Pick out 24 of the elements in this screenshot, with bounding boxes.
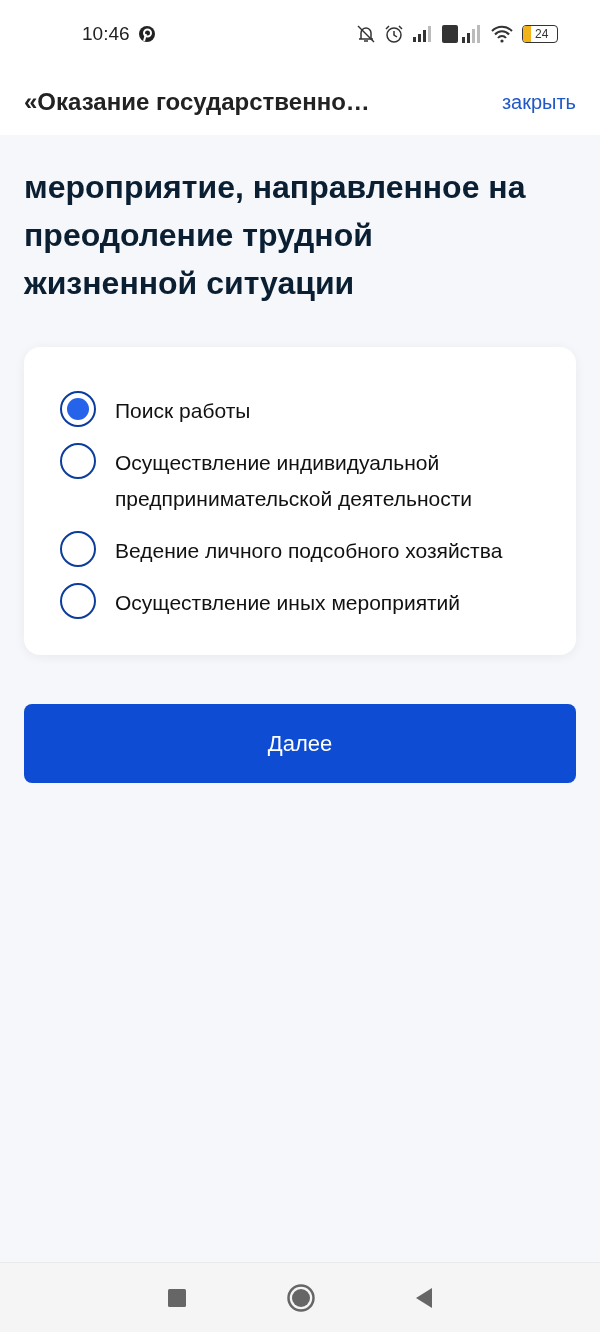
battery-fill xyxy=(523,26,531,42)
recent-apps-icon[interactable] xyxy=(167,1287,187,1308)
alarm-icon xyxy=(384,24,404,44)
wifi-icon xyxy=(490,25,514,43)
question-heading: мероприятие, направленное на преодоление трудной жизненной ситуации xyxy=(24,168,527,303)
radio-button[interactable] xyxy=(60,531,96,567)
radio-button[interactable] xyxy=(60,583,96,619)
battery-percent: 24 xyxy=(535,28,549,40)
radio-button[interactable] xyxy=(60,391,96,427)
home-icon[interactable] xyxy=(287,1283,315,1312)
close-link[interactable]: закрыть xyxy=(501,86,576,117)
option-label[interactable]: Осуществление индивидуальной предпринимательской деятельности xyxy=(115,445,568,517)
volte-signal-icon xyxy=(442,25,482,43)
header-title: «Оказание государственно… xyxy=(24,86,370,117)
clock-time: 10:46 xyxy=(82,21,130,46)
option-label[interactable]: Осуществление иных мероприятий xyxy=(115,585,461,621)
muted-bell-icon xyxy=(356,24,376,44)
radio-button[interactable] xyxy=(60,443,96,479)
next-button[interactable]: Далее xyxy=(24,704,576,783)
option-label[interactable]: Поиск работы xyxy=(115,393,251,429)
signal-icon xyxy=(412,26,434,42)
pin-logo-icon xyxy=(137,25,156,43)
option-label[interactable]: Ведение личного подсобного хозяйства xyxy=(115,533,503,569)
back-icon[interactable] xyxy=(415,1286,433,1309)
